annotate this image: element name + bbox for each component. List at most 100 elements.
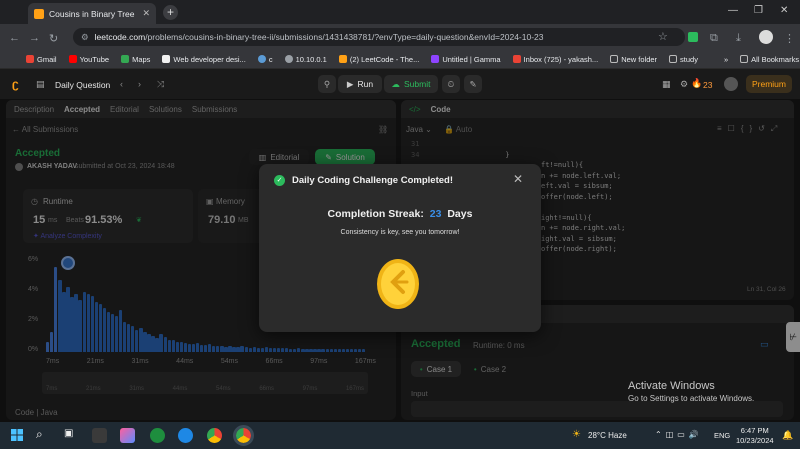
notes-button[interactable]: ✎ — [464, 75, 482, 93]
store-icon[interactable] — [92, 428, 107, 443]
leetcode-header: ʗ ▤ Daily Question ‹ › ⤨ ⚲ ▶ Run ☁ Submit … — [0, 69, 800, 99]
notification-bell-icon[interactable]: 🔔 — [782, 430, 793, 441]
run-button[interactable]: ▶ Run — [338, 75, 382, 93]
windows-start-icon[interactable] — [11, 429, 23, 443]
chrome-active-icon[interactable] — [233, 425, 254, 446]
bookmarks-bar: Gmail YouTube Maps Web developer desi...… — [0, 50, 800, 69]
bookmark-gmail[interactable]: Gmail — [26, 55, 57, 64]
premium-button[interactable]: Premium — [746, 75, 792, 93]
folder-icon — [669, 55, 678, 63]
modal-title: Daily Coding Challenge Completed! — [292, 175, 453, 186]
settings-gear-icon[interactable]: ⚙ — [680, 79, 688, 90]
more-bookmarks-icon[interactable]: » — [724, 55, 728, 64]
streak-unit: Days — [447, 208, 473, 220]
prev-question-icon[interactable]: ‹ — [120, 79, 123, 89]
leetcode-coin-icon — [375, 258, 421, 310]
debug-button[interactable]: ⚲ — [318, 75, 336, 93]
url-host: leetcode.com — [94, 32, 146, 42]
clock-date: 10/23/2024 — [736, 436, 774, 445]
daily-question-link[interactable]: Daily Question — [55, 80, 110, 90]
address-row: ← → ↻ ⚙ leetcode.com/problems/cousins-in… — [0, 24, 800, 50]
site-info-icon[interactable]: ⚙ — [81, 32, 89, 43]
weather-icon: ☀ — [572, 429, 581, 440]
maximize-icon[interactable]: ❐ — [754, 5, 763, 16]
bookmark-router[interactable]: 10.10.0.1 — [284, 55, 327, 64]
close-modal-icon[interactable]: ✕ — [513, 172, 523, 186]
forward-icon[interactable]: → — [29, 32, 40, 44]
extensions-puzzle-icon[interactable]: ⧉ — [710, 32, 718, 45]
clock-time: 6:47 PM — [740, 426, 769, 435]
globe-icon — [284, 55, 293, 63]
watermark-line-2: Go to Settings to activate Windows. — [628, 394, 755, 403]
user-avatar[interactable] — [724, 77, 738, 91]
profile-avatar[interactable] — [759, 30, 773, 44]
check-circle-icon: ✓ — [274, 175, 285, 186]
tab-title: Cousins in Binary Tree II - LeetC — [49, 8, 137, 19]
extension-icon[interactable] — [688, 32, 698, 42]
close-window-icon[interactable]: ✕ — [780, 5, 788, 16]
system-tray-icons[interactable]: ⌃◫▭🔊 — [655, 430, 703, 439]
timer-button[interactable]: ⏲ — [442, 75, 460, 93]
windows-taskbar: ⌕ ▣ ☀ 28°C Haze ⌃◫▭🔊 ENG 6:47 PM 10/23/2… — [0, 422, 800, 449]
folder-icon — [610, 55, 619, 63]
menu-kebab-icon[interactable]: ⋮ — [784, 32, 795, 45]
weather-text[interactable]: 28°C Haze — [588, 431, 627, 440]
cloud-upload-icon: ☁ — [391, 78, 401, 89]
daily-challenge-modal: ✓ Daily Coding Challenge Completed! ✕ Co… — [259, 164, 541, 332]
bug-icon: ⚲ — [323, 78, 331, 89]
edge-icon[interactable] — [178, 428, 193, 443]
bookmark-c[interactable]: c — [257, 55, 273, 64]
app-icon[interactable] — [150, 428, 165, 443]
problem-list-icon[interactable]: ▤ — [36, 79, 45, 90]
input-language[interactable]: ENG — [714, 431, 730, 440]
activate-windows-watermark: Activate Windows Go to Settings to activ… — [628, 380, 754, 403]
watermark-line-1: Activate Windows — [628, 380, 715, 392]
chrome-icon[interactable] — [207, 428, 222, 443]
bookmark-maps[interactable]: Maps — [121, 55, 150, 64]
bookmark-webdev[interactable]: Web developer desi... — [162, 55, 246, 64]
clock[interactable]: 6:47 PM 10/23/2024 — [736, 426, 774, 446]
downloads-icon[interactable]: ⤓ — [736, 32, 741, 45]
bookmark-star-icon[interactable]: ☆ — [658, 30, 668, 43]
maps-icon — [121, 55, 130, 63]
folder-icon — [740, 55, 749, 63]
url-path: /problems/cousins-in-binary-tree-ii/subm… — [145, 32, 544, 42]
reload-icon[interactable]: ↻ — [49, 32, 58, 45]
gmail-icon — [26, 55, 34, 63]
streak-count: 23 — [703, 80, 713, 90]
bookmark-study[interactable]: study — [669, 55, 698, 64]
modal-message: Consistency is key, see you tomorrow! — [340, 229, 460, 236]
submit-button[interactable]: ☁ Submit — [384, 75, 438, 93]
webdev-icon — [162, 55, 171, 63]
new-tab-button[interactable]: + — [163, 5, 178, 20]
notes-icon: ✎ — [469, 78, 477, 89]
browser-tab[interactable]: Cousins in Binary Tree II - LeetC ✕ — [28, 3, 156, 24]
streak-fire-icon[interactable]: 🔥 — [691, 78, 702, 89]
address-bar[interactable]: ⚙ leetcode.com/problems/cousins-in-binar… — [73, 28, 685, 46]
close-tab-icon[interactable]: ✕ — [142, 8, 150, 19]
streak-label: Completion Streak: — [327, 208, 424, 220]
bookmark-youtube[interactable]: YouTube — [68, 55, 109, 64]
next-question-icon[interactable]: › — [138, 79, 141, 89]
youtube-icon — [68, 55, 77, 63]
timer-icon: ⏲ — [447, 78, 455, 89]
shuffle-icon[interactable]: ⤨ — [157, 79, 164, 90]
back-icon[interactable]: ← — [9, 32, 20, 44]
bookmark-inbox[interactable]: Inbox (725) - yakash... — [512, 55, 598, 64]
search-icon[interactable]: ⌕ — [36, 427, 43, 442]
minimize-icon[interactable]: — — [728, 5, 738, 16]
bookmark-leetcode[interactable]: (2) LeetCode - The... — [338, 55, 419, 64]
browser-tab-bar: Cousins in Binary Tree II - LeetC ✕ + — … — [0, 0, 800, 24]
c-icon — [257, 55, 266, 63]
play-icon: ▶ — [346, 78, 354, 89]
gamma-icon — [431, 55, 440, 63]
copilot-icon[interactable] — [120, 428, 135, 443]
layout-icon[interactable]: ▦ — [662, 79, 671, 90]
bookmark-gamma[interactable]: Untitled | Gamma — [431, 55, 501, 64]
bookmark-new-folder[interactable]: New folder — [610, 55, 657, 64]
streak-value: 23 — [429, 208, 442, 220]
task-view-icon[interactable]: ▣ — [64, 428, 73, 439]
all-bookmarks[interactable]: All Bookmarks — [740, 55, 799, 64]
streak-line: Completion Streak: 23 Days — [259, 208, 541, 220]
leetcode-logo-icon[interactable]: ʗ — [12, 77, 19, 91]
